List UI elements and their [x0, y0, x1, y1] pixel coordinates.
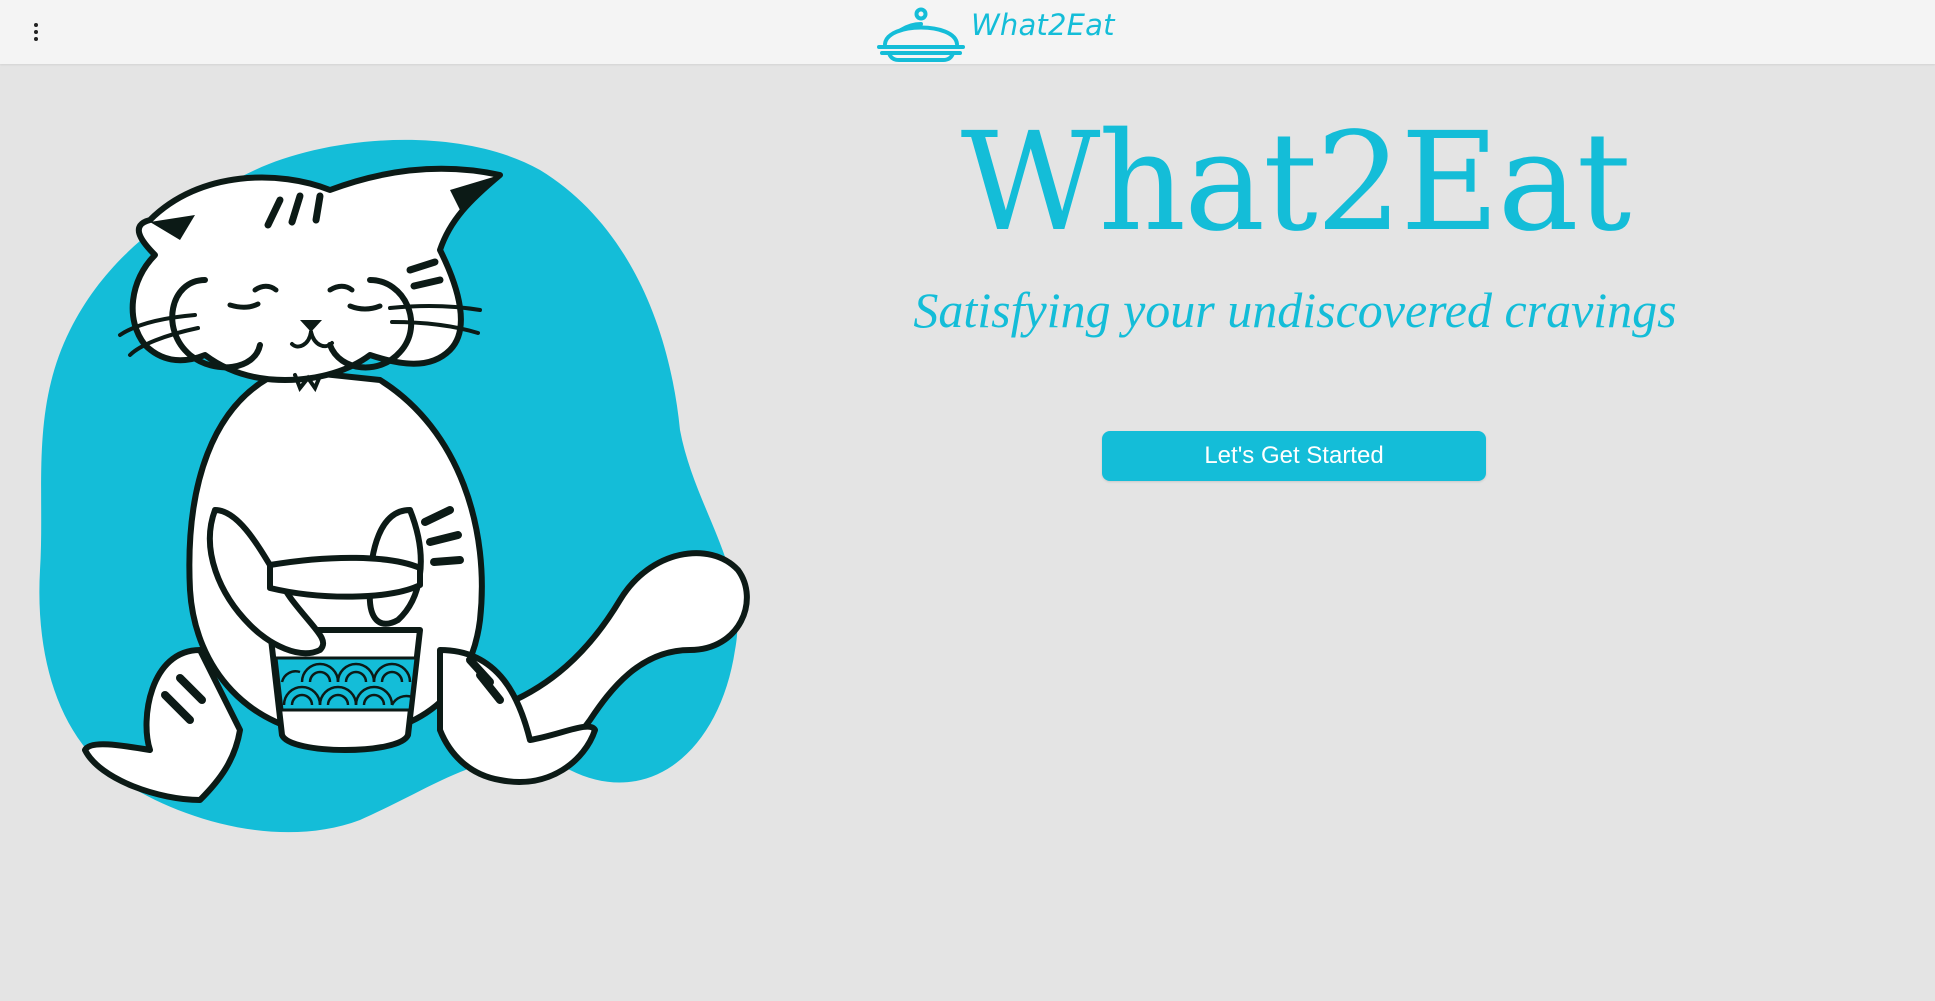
get-started-button[interactable]: Let's Get Started — [1102, 431, 1486, 481]
more-vertical-icon — [34, 23, 38, 27]
hero-subtitle: Satisfying your undiscovered cravings — [913, 282, 1677, 338]
top-app-bar: What2Eat — [0, 0, 1935, 64]
more-vertical-icon-dot — [34, 30, 38, 34]
brand-logo[interactable]: What2Eat — [875, 4, 1115, 62]
hero-title: What2Eat — [960, 104, 1632, 262]
cat-eating-noodles-illustration — [30, 130, 760, 850]
cloche-icon — [877, 7, 965, 62]
more-vertical-icon-dot — [34, 37, 38, 41]
more-options-button[interactable] — [20, 14, 52, 50]
brand-name: What2Eat — [971, 8, 1115, 42]
